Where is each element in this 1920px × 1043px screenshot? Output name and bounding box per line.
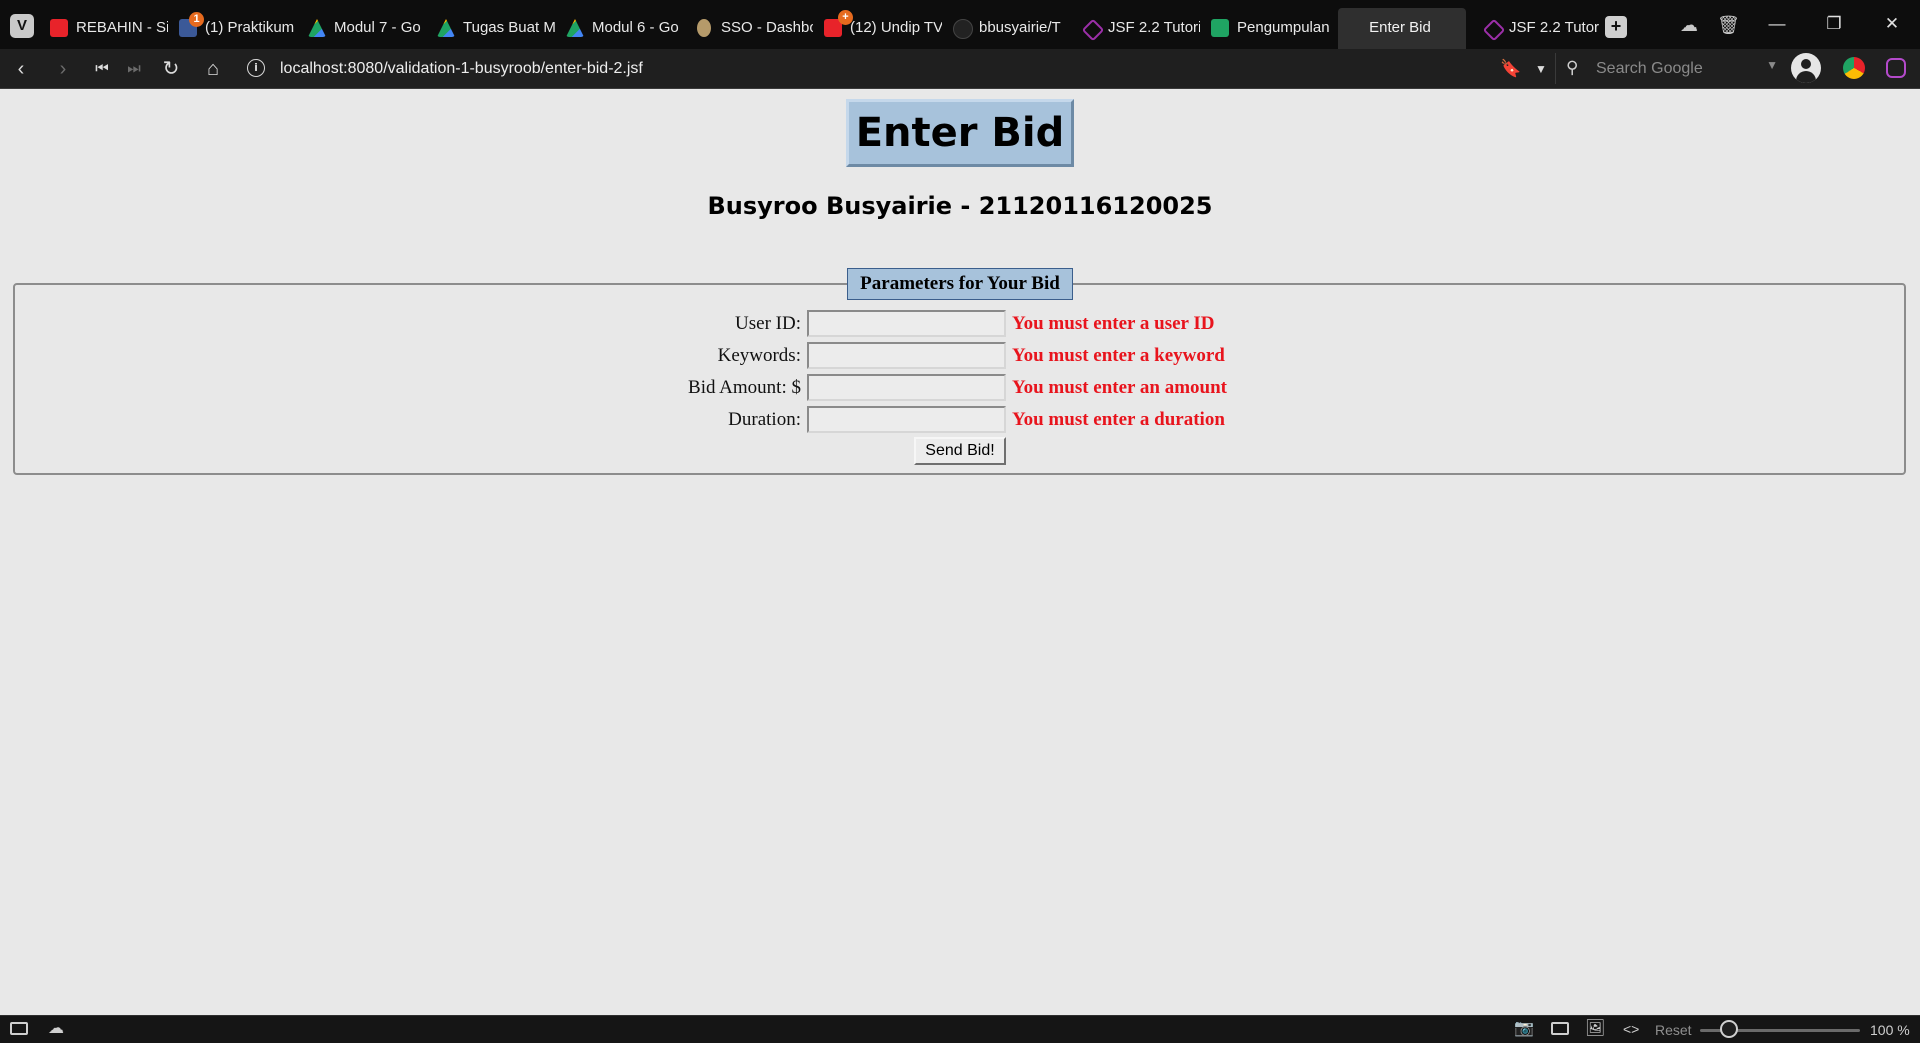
zoom-level: 100 % — [1870, 1022, 1910, 1038]
page-content: Enter Bid Busyroo Busyairie - 2112011612… — [0, 89, 1920, 1015]
cloud-status-icon[interactable]: ☁ — [48, 1020, 64, 1038]
google-drive-icon — [437, 19, 455, 37]
tab-label: Modul 7 - Go — [334, 19, 421, 36]
search-engine-caret-icon[interactable]: ▼ — [1766, 58, 1778, 72]
status-bar: ☁ 📷 🖼 <> Reset 100 % — [0, 1015, 1920, 1043]
zoom-slider-thumb[interactable] — [1720, 1020, 1738, 1038]
search-box[interactable]: ⚲ Search Google ▼ — [1555, 53, 1786, 84]
trash-icon[interactable]: 🗑 — [1717, 15, 1740, 35]
bid-amount-label: Bid Amount: $ — [688, 377, 801, 398]
tab-jsf-tutorial-1[interactable]: JSF 2.2 Tutori — [1072, 8, 1200, 49]
panel-toggle-icon[interactable] — [10, 1022, 28, 1035]
tab-rebahin[interactable]: REBAHIN - Si — [40, 8, 168, 49]
tab-label: bbusyairie/T — [979, 19, 1061, 36]
tab-label: (12) Undip TV — [850, 19, 942, 36]
google-drive-icon — [566, 19, 584, 37]
minimize-icon[interactable]: — — [1765, 12, 1789, 36]
keywords-label: Keywords: — [717, 345, 801, 366]
tab-pengumpulan[interactable]: Pengumpulan — [1201, 8, 1329, 49]
extension-icon[interactable] — [1843, 57, 1865, 79]
tab-tugas-buat[interactable]: Tugas Buat M — [427, 8, 555, 49]
tab-modul-7[interactable]: Modul 7 - Go — [298, 8, 426, 49]
cloud-sync-icon[interactable]: ☁ — [1680, 15, 1698, 35]
youtube-play-icon — [50, 19, 68, 37]
tab-jsf-tutorial-2[interactable]: JSF 2.2 Tutor — [1473, 8, 1601, 49]
page-title: Enter Bid — [846, 99, 1074, 167]
tab-undip-tv[interactable]: + (12) Undip TV — [814, 8, 942, 49]
tab-github[interactable]: bbusyairie/T — [943, 8, 1071, 49]
keywords-input[interactable] — [807, 342, 1006, 369]
notification-badge: + — [838, 10, 853, 25]
jsf-logo-icon — [1081, 18, 1105, 42]
tab-label: Modul 6 - Go — [592, 19, 679, 36]
bookmark-icon[interactable]: 🔖 — [1498, 56, 1524, 82]
home-icon[interactable]: ⌂ — [200, 56, 226, 82]
user-id-label: User ID: — [735, 313, 801, 334]
image-toggle-icon[interactable]: 🖼 — [1585, 1020, 1605, 1038]
tab-label: SSO - Dashbo — [721, 19, 813, 36]
instagram-icon[interactable] — [1886, 58, 1906, 78]
tab-label: Tugas Buat M — [463, 19, 555, 36]
page-subtitle: Busyroo Busyairie - 21120116120025 — [707, 192, 1213, 220]
tab-sso-dashboard[interactable]: SSO - Dashbo — [685, 8, 813, 49]
tab-praktikum[interactable]: 1 (1) Praktikum — [169, 8, 297, 49]
bid-amount-input[interactable] — [807, 374, 1006, 401]
google-sheets-icon — [1211, 19, 1229, 37]
restore-icon[interactable]: ❐ — [1822, 12, 1846, 36]
screenshot-camera-icon[interactable]: 📷 — [1514, 1020, 1534, 1038]
tab-label: REBAHIN - Si — [76, 19, 168, 36]
undip-logo-icon — [697, 19, 711, 37]
page-actions-icon[interactable]: <> — [1623, 1020, 1639, 1038]
forward-icon[interactable]: › — [50, 56, 76, 82]
tiling-icon[interactable] — [1551, 1022, 1569, 1035]
profile-avatar[interactable] — [1791, 53, 1821, 83]
duration-label: Duration: — [728, 409, 801, 430]
bid-amount-error: You must enter an amount — [1012, 377, 1228, 398]
reload-icon[interactable]: ↻ — [158, 56, 184, 82]
tab-enter-bid[interactable]: Enter Bid — [1338, 8, 1466, 49]
tab-label: Pengumpulan — [1237, 19, 1329, 36]
close-window-icon[interactable]: ✕ — [1880, 12, 1904, 36]
tab-label: (1) Praktikum — [205, 19, 295, 36]
fast-forward-icon[interactable]: ⏭ — [121, 56, 147, 82]
zoom-reset-button[interactable]: Reset — [1655, 1022, 1692, 1038]
tab-bar: V REBAHIN - Si 1 (1) Praktikum Modul 7 -… — [0, 0, 1920, 49]
site-info-icon[interactable]: i — [247, 59, 265, 77]
search-icon: ⚲ — [1566, 58, 1579, 77]
jsf-logo-icon — [1482, 18, 1506, 42]
tab-label: JSF 2.2 Tutor — [1509, 19, 1600, 36]
google-drive-icon — [308, 19, 326, 37]
user-id-input[interactable] — [807, 310, 1006, 337]
keywords-error: You must enter a keyword — [1012, 345, 1225, 366]
new-tab-icon[interactable]: + — [1605, 16, 1627, 38]
tab-label: Enter Bid — [1369, 19, 1431, 36]
url-field[interactable]: localhost:8080/validation-1-busyroob/ent… — [280, 59, 643, 79]
user-id-error: You must enter a user ID — [1012, 313, 1215, 334]
back-icon[interactable]: ‹ — [8, 56, 34, 82]
avatar-head — [1801, 59, 1811, 69]
rewind-icon[interactable]: ⏮ — [89, 56, 115, 82]
github-icon — [953, 19, 973, 39]
dropdown-caret-icon[interactable]: ▼ — [1528, 56, 1554, 82]
duration-input[interactable] — [807, 406, 1006, 433]
address-toolbar: ‹ › ⏮ ⏭ ↻ ⌂ i localhost:8080/validation-… — [0, 49, 1920, 89]
avatar-body — [1796, 71, 1816, 83]
search-placeholder: Search Google — [1596, 60, 1703, 77]
tab-label: JSF 2.2 Tutori — [1108, 19, 1200, 36]
duration-error: You must enter a duration — [1012, 409, 1225, 430]
vivaldi-menu-icon[interactable]: V — [10, 14, 34, 38]
send-bid-button[interactable]: Send Bid! — [914, 437, 1006, 465]
fieldset-legend: Parameters for Your Bid — [847, 268, 1073, 300]
notification-badge: 1 — [189, 12, 204, 27]
tab-modul-6[interactable]: Modul 6 - Go — [556, 8, 684, 49]
